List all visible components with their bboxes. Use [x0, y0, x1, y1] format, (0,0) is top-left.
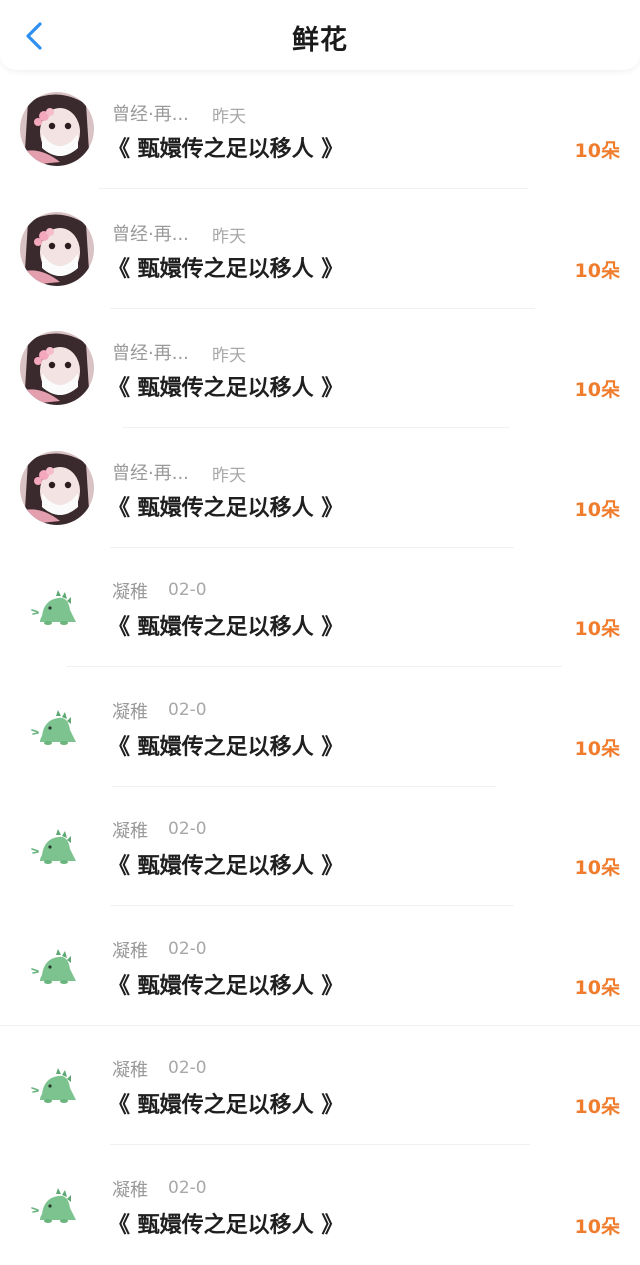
- list-item[interactable]: 曾经·再... 昨天 《 甄嬛传之足以移人 》 10朵: [0, 190, 640, 310]
- flower-count: 10朵: [575, 375, 620, 402]
- send-date: 昨天: [212, 341, 246, 366]
- flower-count: 10朵: [575, 495, 620, 522]
- flower-count: 10朵: [575, 1212, 620, 1239]
- sender-name: 曾经·再...: [112, 459, 189, 485]
- page-title: 鲜花: [0, 18, 640, 57]
- girl-avatar[interactable]: [20, 451, 94, 525]
- work-title: 《 甄嬛传之足以移人 》: [108, 370, 343, 402]
- girl-avatar[interactable]: [20, 92, 94, 166]
- sender-name: 凝稚: [112, 817, 148, 843]
- girl-avatar[interactable]: [20, 212, 94, 286]
- sender-name: 凝稚: [112, 578, 148, 604]
- list-item[interactable]: 凝稚 02-0 《 甄嬛传之足以移人 》 10朵: [0, 1026, 640, 1146]
- send-date: 02-0: [168, 819, 207, 839]
- dinosaur-avatar[interactable]: [20, 809, 94, 883]
- sender-name: 曾经·再...: [112, 220, 189, 246]
- work-title: 《 甄嬛传之足以移人 》: [108, 729, 343, 761]
- list-item[interactable]: 凝稚 02-0 《 甄嬛传之足以移人 》 10朵: [0, 787, 640, 907]
- flower-count: 10朵: [575, 1092, 620, 1119]
- flower-count: 10朵: [575, 614, 620, 641]
- dinosaur-avatar[interactable]: [20, 690, 94, 764]
- work-title: 《 甄嬛传之足以移人 》: [108, 848, 343, 880]
- list-item[interactable]: 凝稚 02-0 《 甄嬛传之足以移人 》 10朵: [0, 548, 640, 668]
- send-date: 昨天: [212, 461, 246, 486]
- sender-name: 凝稚: [112, 698, 148, 724]
- sender-name: 曾经·再...: [112, 100, 189, 126]
- work-title: 《 甄嬛传之足以移人 》: [108, 490, 343, 522]
- girl-avatar[interactable]: [20, 331, 94, 405]
- flower-list: 曾经·再... 昨天 《 甄嬛传之足以移人 》 10朵 曾经·再... 昨天 《…: [0, 70, 640, 1265]
- dinosaur-avatar[interactable]: [20, 570, 94, 644]
- work-title: 《 甄嬛传之足以移人 》: [108, 251, 343, 283]
- send-date: 02-0: [168, 580, 207, 600]
- dinosaur-avatar[interactable]: [20, 1048, 94, 1122]
- dinosaur-avatar[interactable]: [20, 929, 94, 1003]
- list-item[interactable]: 凝稚 02-0 《 甄嬛传之足以移人 》 10朵: [0, 1146, 640, 1265]
- send-date: 02-0: [168, 700, 207, 720]
- flower-count: 10朵: [575, 136, 620, 163]
- list-item[interactable]: 曾经·再... 昨天 《 甄嬛传之足以移人 》 10朵: [0, 429, 640, 549]
- work-title: 《 甄嬛传之足以移人 》: [108, 1207, 343, 1239]
- work-title: 《 甄嬛传之足以移人 》: [108, 968, 343, 1000]
- flower-count: 10朵: [575, 734, 620, 761]
- send-date: 02-0: [168, 1178, 207, 1198]
- work-title: 《 甄嬛传之足以移人 》: [108, 609, 343, 641]
- work-title: 《 甄嬛传之足以移人 》: [108, 1087, 343, 1119]
- flower-count: 10朵: [575, 973, 620, 1000]
- list-item[interactable]: 曾经·再... 昨天 《 甄嬛传之足以移人 》 10朵: [0, 309, 640, 429]
- flower-count: 10朵: [575, 256, 620, 283]
- work-title: 《 甄嬛传之足以移人 》: [108, 131, 343, 163]
- flower-count: 10朵: [575, 853, 620, 880]
- dinosaur-avatar[interactable]: [20, 1168, 94, 1242]
- list-item[interactable]: 凝稚 02-0 《 甄嬛传之足以移人 》 10朵: [0, 668, 640, 788]
- sender-name: 曾经·再...: [112, 339, 189, 365]
- sender-name: 凝稚: [112, 1176, 148, 1202]
- sender-name: 凝稚: [112, 937, 148, 963]
- send-date: 02-0: [168, 1058, 207, 1078]
- list-item[interactable]: 凝稚 02-0 《 甄嬛传之足以移人 》 10朵: [0, 907, 640, 1027]
- list-item[interactable]: 曾经·再... 昨天 《 甄嬛传之足以移人 》 10朵: [0, 70, 640, 190]
- sender-name: 凝稚: [112, 1056, 148, 1082]
- top-bar: 鲜花: [0, 0, 640, 70]
- send-date: 昨天: [212, 222, 246, 247]
- send-date: 昨天: [212, 102, 246, 127]
- send-date: 02-0: [168, 939, 207, 959]
